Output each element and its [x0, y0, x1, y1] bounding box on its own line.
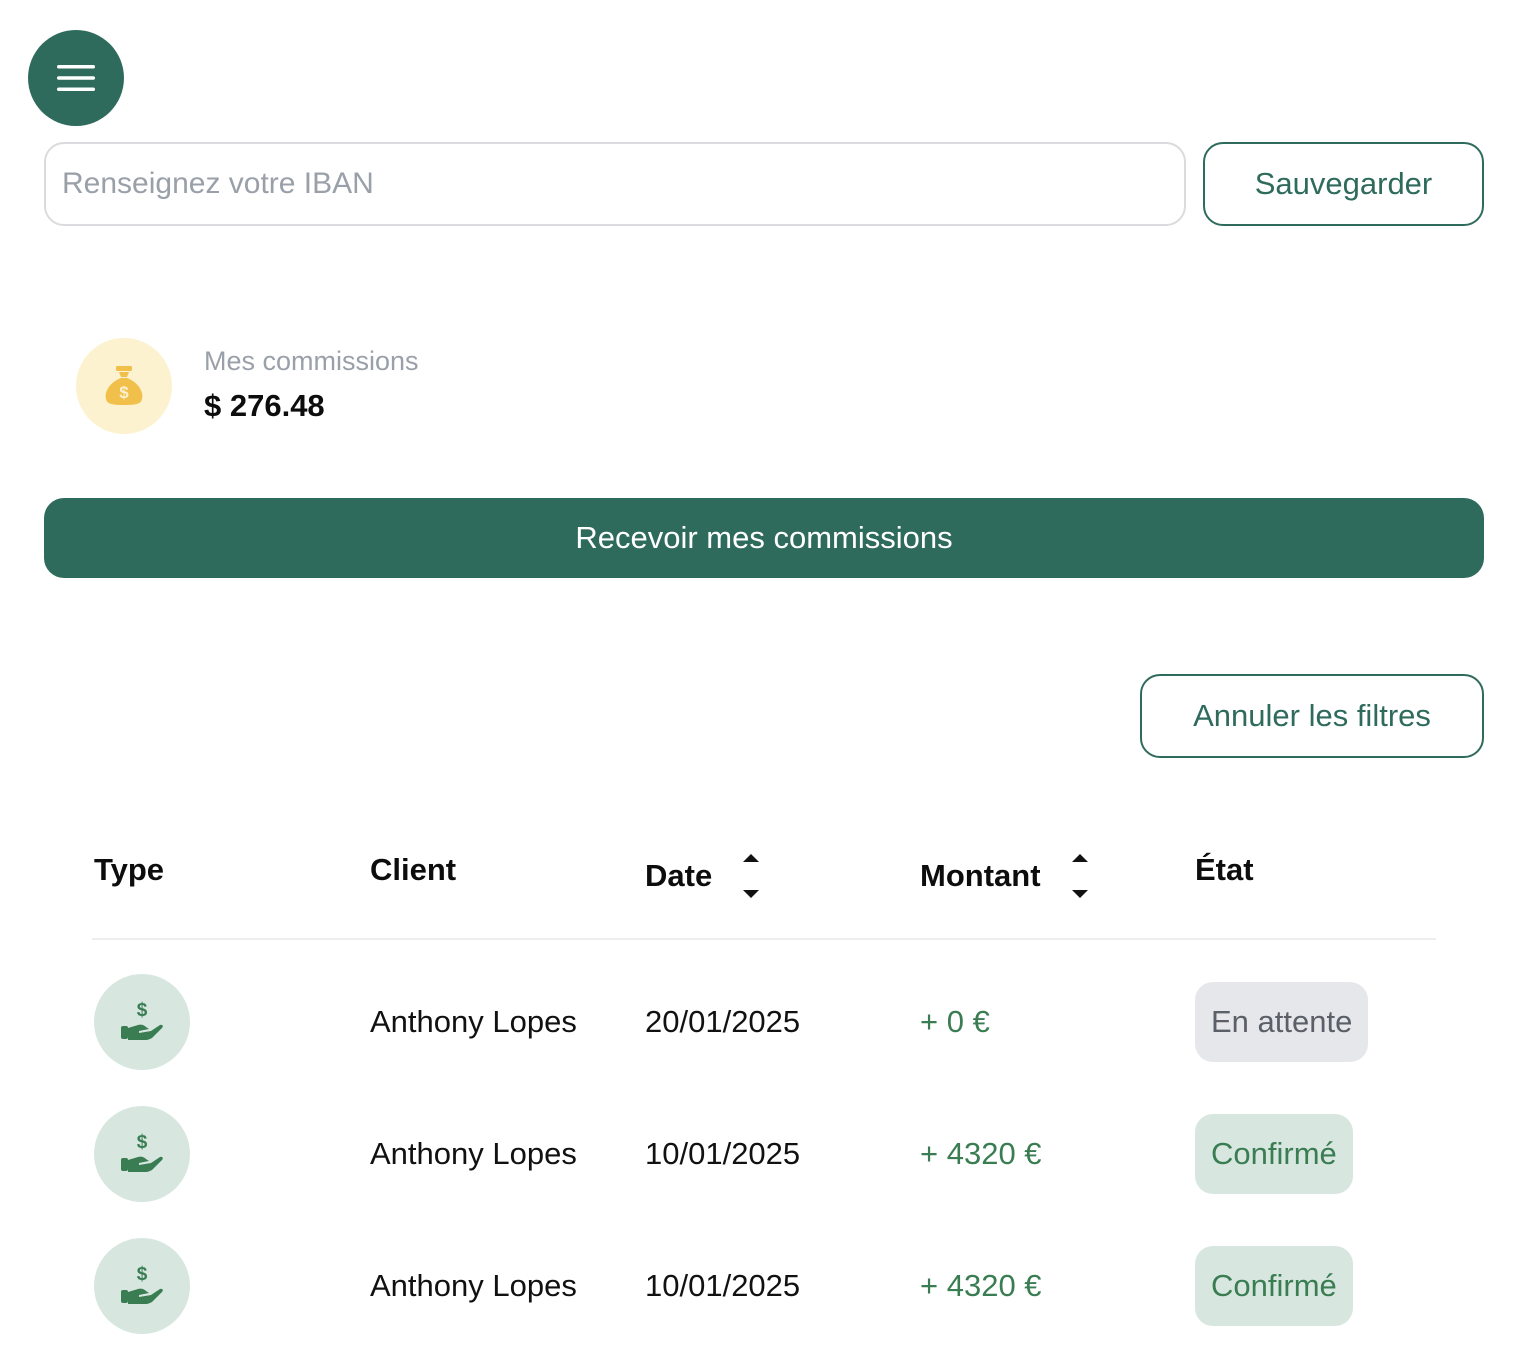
save-button[interactable]: Sauvegarder	[1203, 142, 1484, 226]
column-header-amount-label: Montant	[920, 858, 1041, 893]
hamburger-icon	[57, 65, 95, 91]
client-cell: Anthony Lopes	[370, 1268, 577, 1303]
column-header-client-label: Client	[370, 852, 457, 887]
commissions-page: Sauvegarder $ Mes commissions $ 276.48 R…	[0, 0, 1518, 1352]
status-badge: Confirmé	[1195, 1246, 1353, 1326]
commissions-label: Mes commissions	[204, 346, 419, 376]
svg-text:$: $	[137, 1264, 148, 1285]
column-header-date-label: Date	[645, 858, 713, 893]
commissions-amount: $ 276.48	[204, 388, 325, 423]
table-row[interactable]: $ Anthony Lopes 10/01/2025 + 4320 € Conf…	[0, 1238, 1518, 1334]
amount-cell: + 4320 €	[920, 1268, 1042, 1303]
table-row[interactable]: $ Anthony Lopes 10/01/2025 + 4320 € Conf…	[0, 1106, 1518, 1202]
table-divider	[92, 938, 1436, 940]
column-header-date[interactable]: Date	[645, 852, 760, 900]
column-header-amount[interactable]: Montant	[920, 852, 1089, 900]
status-badge: En attente	[1195, 982, 1369, 1062]
iban-input[interactable]	[44, 142, 1186, 226]
client-cell: Anthony Lopes	[370, 1136, 577, 1171]
hand-dollar-icon: $	[121, 1264, 163, 1304]
type-icon-badge: $	[94, 1238, 190, 1334]
column-header-type-label: Type	[94, 852, 165, 887]
date-cell: 10/01/2025	[645, 1268, 801, 1303]
column-header-status: État	[1195, 852, 1254, 888]
svg-text:$: $	[119, 383, 129, 402]
type-icon-badge: $	[94, 1106, 190, 1202]
table-row[interactable]: $ Anthony Lopes 20/01/2025 + 0 € En atte…	[0, 974, 1518, 1070]
money-bag-icon: $	[105, 366, 143, 405]
sort-icon[interactable]	[1071, 852, 1089, 900]
status-badge: Confirmé	[1195, 1114, 1353, 1194]
commissions-icon-badge: $	[76, 338, 172, 434]
column-header-client: Client	[370, 852, 456, 888]
sort-icon[interactable]	[742, 852, 760, 900]
menu-button[interactable]	[28, 30, 124, 126]
amount-cell: + 4320 €	[920, 1136, 1042, 1171]
date-cell: 20/01/2025	[645, 1004, 801, 1039]
column-header-status-label: État	[1195, 852, 1254, 887]
svg-text:$: $	[137, 1132, 148, 1153]
hand-dollar-icon: $	[121, 1000, 163, 1040]
hand-dollar-icon: $	[121, 1132, 163, 1172]
date-cell: 10/01/2025	[645, 1136, 801, 1171]
amount-cell: + 0 €	[920, 1004, 990, 1039]
reset-filters-button[interactable]: Annuler les filtres	[1140, 674, 1484, 758]
type-icon-badge: $	[94, 974, 190, 1070]
svg-text:$: $	[137, 1000, 148, 1021]
receive-commissions-button[interactable]: Recevoir mes commissions	[44, 498, 1484, 578]
column-header-type: Type	[94, 852, 164, 888]
client-cell: Anthony Lopes	[370, 1004, 577, 1039]
